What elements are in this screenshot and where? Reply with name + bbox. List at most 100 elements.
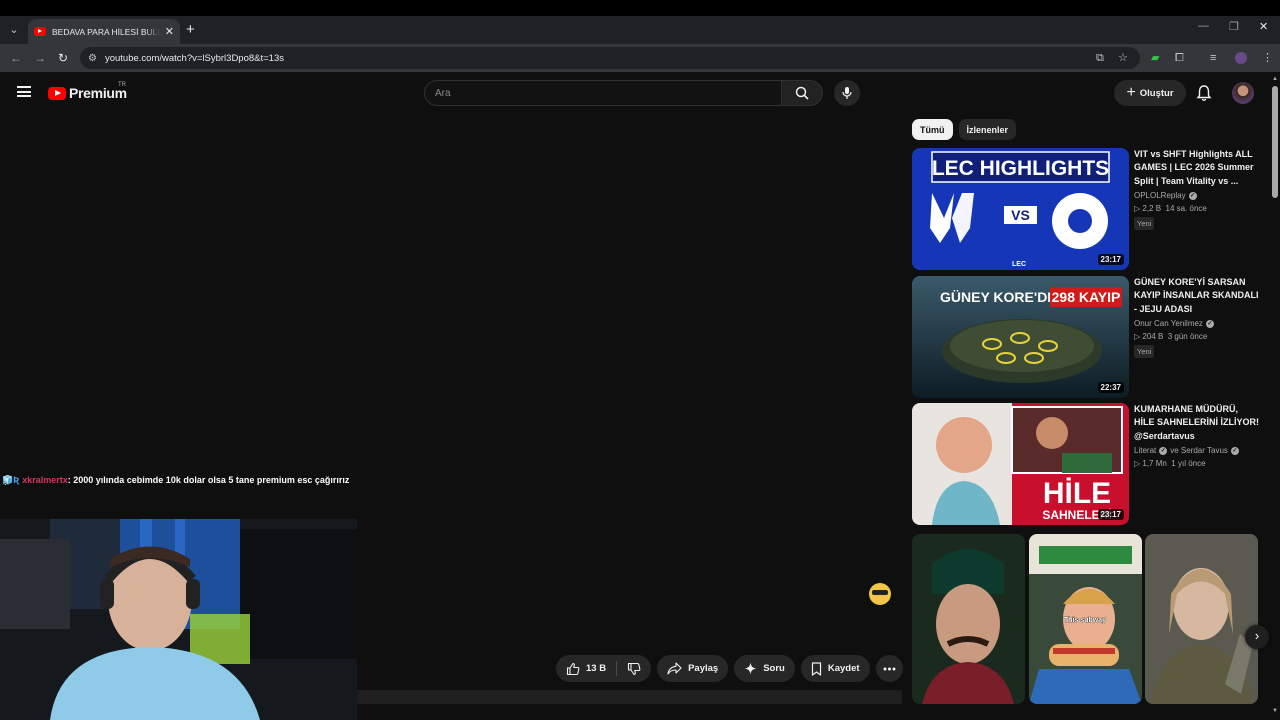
- channel-row: OPLOLReplay ✓: [1134, 191, 1260, 200]
- thumbs-down-icon: [628, 662, 641, 675]
- channel-name[interactable]: Onur Can Yenilmez: [1134, 319, 1203, 328]
- like-count: 13 B: [586, 663, 607, 674]
- thumb-text-lec-highlights: LEC HIGHLIGHTS: [932, 157, 1109, 180]
- thumb-text-vs: VS: [1011, 207, 1030, 223]
- tab-search-dropdown-icon[interactable]: ⌄: [4, 21, 24, 39]
- video-thumbnail[interactable]: GÜNEY KORE'DE 298 KAYIP 22:37: [912, 276, 1129, 398]
- view-count: ▷ 2,2 B: [1134, 204, 1162, 214]
- chat-message-text: : 2000 yılında cebimde 10k dolar olsa 5 …: [67, 475, 350, 485]
- video-title[interactable]: KUMARHANE MÜDÜRÜ, HİLE SAHNELERİNİ İZLİY…: [1134, 403, 1260, 443]
- thumb-text-cheat: HİLE: [1043, 477, 1111, 510]
- notifications-button[interactable]: [1196, 84, 1214, 102]
- extension-green-icon[interactable]: ▰: [1151, 51, 1159, 65]
- bookmark-star-icon[interactable]: ☆: [1118, 51, 1128, 65]
- video-title[interactable]: GÜNEY KORE'Yİ SARSAN KAYIP İNSANLAR SKAN…: [1134, 276, 1260, 316]
- install-app-icon[interactable]: ⧉: [1096, 51, 1104, 65]
- upload-age: 1 yıl önce: [1171, 459, 1206, 469]
- reload-icon[interactable]: ↻: [58, 49, 68, 67]
- video-thumbnail[interactable]: LEC HIGHLIGHTS VS LEC 23:17: [912, 148, 1129, 270]
- view-count: ▷ 1,7 Mn: [1134, 459, 1167, 469]
- search-input[interactable]: Ara: [424, 80, 782, 106]
- thumb-text-south-korea: GÜNEY KORE'DE: [940, 289, 1057, 305]
- browser-toolbar: ← → ↻ ⚙ youtube.com/watch?v=lSybrl3Dpo8&…: [0, 44, 1280, 72]
- close-window-icon[interactable]: ✕: [1259, 20, 1268, 33]
- scroll-down-icon[interactable]: ▼: [1272, 708, 1278, 714]
- video-actions-bar: 13 B Paylaş Soru Kaydet: [556, 655, 903, 682]
- recommendation-item[interactable]: HİLE SAHNELERİ 23:17 KUMARHANE MÜDÜRÜ, H…: [912, 403, 1264, 525]
- new-tab-button[interactable]: +: [186, 21, 195, 39]
- share-arrow-icon: [667, 662, 682, 675]
- recommendation-item[interactable]: LEC HIGHLIGHTS VS LEC 23:17 VIT vs SHFT …: [912, 148, 1264, 270]
- tab-title: BEDAVA PARA HİLESİ BULUP M: [52, 26, 161, 37]
- account-avatar[interactable]: [1232, 82, 1254, 104]
- channel-row: Literat ✓ ve Serdar Tavus ✓: [1134, 446, 1260, 455]
- more-horizontal-icon: [883, 667, 896, 670]
- save-button[interactable]: Kaydet: [800, 655, 870, 682]
- screen-top-bar: [0, 0, 1280, 16]
- chip-all[interactable]: Tümü: [912, 119, 953, 140]
- restore-window-icon[interactable]: ❐: [1229, 20, 1239, 33]
- video-thumbnail[interactable]: HİLE SAHNELERİ 23:17: [912, 403, 1129, 525]
- browser-menu-icon[interactable]: ⋮: [1262, 51, 1273, 65]
- youtube-favicon-icon: [34, 27, 46, 36]
- filter-chips: Tümü İzlenenler: [912, 119, 1017, 140]
- video-duration: 22:37: [1097, 382, 1124, 393]
- forward-arrow-icon[interactable]: →: [34, 49, 46, 67]
- streamer-webcam-overlay: [0, 519, 357, 720]
- extensions-puzzle-icon[interactable]: ⧠: [1175, 51, 1184, 65]
- voice-search-button[interactable]: [834, 80, 860, 106]
- shorts-thumbnail[interactable]: This subway: [1029, 534, 1142, 704]
- channel-name[interactable]: OPLOLReplay: [1134, 191, 1186, 200]
- thumbs-up-icon: [566, 662, 580, 675]
- browser-tab-active[interactable]: BEDAVA PARA HİLESİ BULUP M ✕: [28, 19, 180, 44]
- address-bar[interactable]: ⚙ youtube.com/watch?v=lSybrl3Dpo8&t=13s: [80, 47, 1140, 69]
- back-arrow-icon[interactable]: ←: [10, 49, 22, 67]
- video-stats: ▷ 2,2 B 14 sa. önce: [1134, 204, 1260, 213]
- ask-label: Soru: [763, 663, 785, 674]
- channel-name[interactable]: Literat: [1134, 446, 1156, 455]
- profile-avatar-icon[interactable]: [1235, 52, 1247, 64]
- shorts-thumbnail[interactable]: [1145, 534, 1258, 704]
- ask-button[interactable]: Soru: [734, 655, 795, 682]
- scroll-up-icon[interactable]: ▲: [1272, 76, 1278, 82]
- thumb-text-lec: LEC: [1012, 261, 1026, 268]
- share-label: Paylaş: [688, 663, 719, 674]
- page-scrollbar[interactable]: ▲ ▼: [1270, 72, 1280, 720]
- save-label: Kaydet: [827, 663, 860, 674]
- verified-check-icon: ✓: [1205, 319, 1214, 328]
- video-progress-bar[interactable]: [357, 690, 902, 704]
- bookmark-icon: [811, 661, 821, 676]
- thumb-text-missing: 298 KAYIP: [1052, 289, 1121, 305]
- shorts-thumbnail[interactable]: [912, 534, 1025, 704]
- chat-overlay-message: 🧊Ʀ xkralmertx: 2000 yılında cebimde 10k d…: [2, 475, 349, 486]
- video-meta: GÜNEY KORE'Yİ SARSAN KAYIP İNSANLAR SKAN…: [1134, 276, 1260, 359]
- browser-tab-strip: ⌄ BEDAVA PARA HİLESİ BULUP M ✕ + — ❐ ✕: [0, 16, 1280, 44]
- search-button[interactable]: [781, 80, 823, 106]
- new-badge: Yeni: [1134, 217, 1155, 231]
- microphone-icon: [842, 87, 852, 99]
- tab-close-icon[interactable]: ✕: [165, 25, 174, 38]
- more-actions-button[interactable]: [875, 655, 903, 682]
- new-badge: Yeni: [1134, 345, 1155, 359]
- dislike-button[interactable]: [617, 655, 651, 682]
- channel-row: Onur Can Yenilmez ✓: [1134, 319, 1260, 328]
- create-button[interactable]: + Oluştur: [1114, 80, 1186, 106]
- search-icon: [795, 86, 809, 100]
- channel-collab[interactable]: ve Serdar Tavus: [1170, 446, 1228, 455]
- hamburger-menu-icon[interactable]: [17, 86, 31, 97]
- share-button[interactable]: Paylaş: [657, 655, 729, 682]
- media-controls-icon[interactable]: ≡: [1210, 51, 1216, 65]
- video-stats: ▷ 1,7 Mn 1 yıl önce: [1134, 459, 1260, 468]
- youtube-header: Premium TR Ara + Oluştur: [0, 72, 1270, 114]
- shorts-next-button[interactable]: ›: [1245, 625, 1269, 649]
- recommendation-item[interactable]: GÜNEY KORE'DE 298 KAYIP 22:37 GÜNEY KORE…: [912, 276, 1264, 398]
- scrollbar-thumb[interactable]: [1272, 86, 1278, 198]
- video-title[interactable]: VIT vs SHFT Highlights ALL GAMES | LEC 2…: [1134, 148, 1260, 188]
- chip-watched[interactable]: İzlenenler: [958, 119, 1017, 140]
- minimize-window-icon[interactable]: —: [1198, 20, 1209, 32]
- site-info-icon[interactable]: ⚙: [88, 53, 97, 64]
- view-count: ▷ 204 B: [1134, 332, 1164, 342]
- video-duration: 23:17: [1097, 254, 1124, 265]
- like-button[interactable]: 13 B: [556, 655, 616, 682]
- youtube-premium-logo[interactable]: Premium TR: [48, 82, 127, 101]
